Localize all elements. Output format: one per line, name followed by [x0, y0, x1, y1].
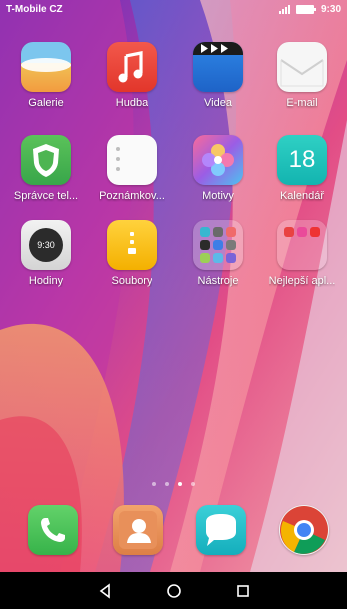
- page-indicator: [0, 482, 347, 490]
- page-dot-active[interactable]: [178, 482, 182, 486]
- top-apps-folder-icon: [277, 220, 327, 270]
- page-dot[interactable]: [191, 482, 195, 486]
- page-dot[interactable]: [165, 482, 169, 486]
- phone-icon: [41, 518, 65, 542]
- calendar-day: 18: [288, 146, 316, 173]
- carrier-label: T-Mobile CZ: [6, 3, 63, 15]
- status-bar: T-Mobile CZ 9:30: [0, 0, 347, 18]
- messages-icon: [206, 514, 236, 546]
- navigation-bar: [0, 572, 347, 609]
- page-dot[interactable]: [152, 482, 156, 486]
- themes-icon: [193, 135, 243, 185]
- music-icon: [107, 42, 157, 92]
- app-hudba[interactable]: Hudba: [90, 42, 174, 124]
- clock-time: 9:30: [320, 3, 341, 15]
- battery-icon: [295, 4, 316, 14]
- chrome-icon: [280, 506, 328, 554]
- contacts-icon: [119, 511, 157, 549]
- signal-icon: [278, 4, 290, 14]
- app-motivy[interactable]: Motivy: [176, 135, 260, 217]
- video-icon: [193, 42, 243, 92]
- back-icon: [99, 582, 110, 599]
- clock-face-time: 9:30: [37, 240, 55, 250]
- recents-button[interactable]: [231, 579, 255, 603]
- app-spravce-telefonu[interactable]: Správce tel...: [4, 135, 88, 217]
- gallery-icon: [21, 42, 71, 92]
- app-nastroje[interactable]: Nástroje: [176, 220, 260, 302]
- app-hodiny[interactable]: 9:30 Hodiny: [4, 220, 88, 302]
- recents-icon: [236, 584, 249, 597]
- calendar-icon: 18: [277, 135, 327, 185]
- app-videa[interactable]: Videa: [176, 42, 260, 124]
- email-icon: [277, 42, 327, 92]
- app-kalendar[interactable]: 18 Kalendář: [260, 135, 344, 217]
- clock-icon: 9:30: [21, 220, 71, 270]
- app-galerie[interactable]: Galerie: [4, 42, 88, 124]
- app-soubory[interactable]: Soubory: [90, 220, 174, 302]
- notepad-icon: [107, 135, 157, 185]
- phone-manager-icon: [21, 135, 71, 185]
- files-icon: [107, 220, 157, 270]
- dock-chrome[interactable]: [279, 505, 329, 555]
- home-icon: [166, 583, 181, 598]
- dock-messages[interactable]: [196, 505, 246, 555]
- tools-folder-icon: [193, 220, 243, 270]
- dock-phone[interactable]: [28, 505, 78, 555]
- dock-contacts[interactable]: [113, 505, 163, 555]
- app-poznamkovy-blok[interactable]: Poznámkov...: [90, 135, 174, 217]
- home-button[interactable]: [162, 579, 186, 603]
- back-button[interactable]: [93, 579, 117, 603]
- app-email[interactable]: E-mail: [260, 42, 344, 124]
- app-nejlepsi-aplikace[interactable]: Nejlepší apl...: [260, 220, 344, 302]
